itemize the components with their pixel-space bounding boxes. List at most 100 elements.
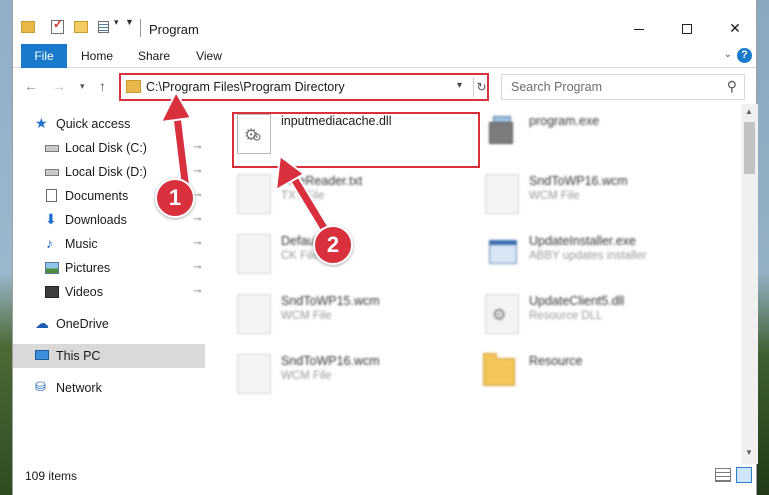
file-item[interactable]: FineReader.txt TXT File	[229, 168, 469, 220]
desktop-background-left	[0, 0, 12, 495]
step-badge-2: 2	[313, 225, 353, 265]
videos-icon	[45, 286, 59, 298]
music-icon: ♪	[46, 235, 53, 251]
file-item[interactable]: program.exe	[477, 108, 717, 160]
file-icon	[237, 294, 271, 334]
step-badge-1: 1	[155, 178, 195, 218]
scroll-up-icon[interactable]: ▲	[745, 107, 753, 116]
nav-item-pictures[interactable]: Pictures ⊸	[13, 256, 205, 280]
expand-ribbon-icon[interactable]: ⌄	[724, 49, 732, 60]
address-bar[interactable]: C:\Program Files\Program Directory ▾ ↻	[119, 73, 489, 101]
tab-file[interactable]: File	[21, 44, 67, 68]
pin-icon[interactable]: ⊸	[193, 256, 201, 280]
minimize-button[interactable]	[616, 12, 662, 44]
file-icon	[237, 234, 271, 274]
application-icon	[485, 114, 519, 152]
file-name: inputmediacache.dll	[281, 114, 392, 128]
search-icon[interactable]: ⚲	[727, 78, 737, 95]
star-icon: ★	[35, 115, 48, 131]
chevron-down-icon[interactable]: ▾	[457, 80, 462, 91]
tab-share[interactable]: Share	[129, 44, 179, 68]
pin-icon[interactable]: ⊸	[193, 232, 201, 256]
computer-icon	[35, 350, 49, 360]
file-type: Resource DLL	[529, 310, 603, 322]
minimize-icon	[634, 28, 644, 30]
pin-icon[interactable]: ⊸	[193, 208, 201, 232]
search-input[interactable]	[502, 75, 712, 99]
new-folder-icon[interactable]	[74, 19, 90, 35]
nav-item-quick-access[interactable]: ★ Quick access	[13, 112, 205, 136]
large-icons-view-icon[interactable]	[736, 467, 752, 483]
navigation-pane: ★ Quick access Local Disk (C:) ⊸ Local D…	[13, 104, 205, 464]
refresh-icon[interactable]: ↻	[473, 77, 489, 97]
customize-toolbar-icon[interactable]: ▼	[125, 17, 134, 27]
search-box[interactable]: ⚲	[501, 74, 745, 100]
documents-icon	[46, 189, 57, 202]
back-arrow-icon[interactable]: ←	[24, 78, 38, 94]
close-icon: ✕	[729, 20, 741, 36]
nav-item-label: Quick access	[56, 117, 131, 131]
file-name: Resource	[529, 354, 583, 368]
file-type: WCM File	[281, 370, 332, 382]
maximize-button[interactable]	[664, 12, 710, 44]
nav-item-this-pc[interactable]: This PC	[13, 344, 205, 368]
file-name: SndToWP15.wcm	[281, 294, 380, 308]
nav-item-label: Videos	[65, 285, 103, 299]
window-title: Program	[149, 22, 199, 37]
tab-home[interactable]: Home	[73, 44, 121, 68]
address-row: ← → ▾ ↑ C:\Program Files\Program Directo…	[13, 68, 756, 104]
file-item-inputmediacache-dll[interactable]: ⚙ ⚙ inputmediacache.dll	[229, 108, 469, 160]
ribbon-tabs: File Home Share View ⌄ ?	[13, 44, 756, 68]
vertical-scrollbar[interactable]: ▲ ▼	[741, 104, 758, 464]
nav-item-music[interactable]: ♪ Music ⊸	[13, 232, 205, 256]
pin-icon[interactable]: ⊸	[193, 160, 201, 184]
scroll-thumb[interactable]	[744, 122, 755, 174]
forward-arrow-icon[interactable]: →	[52, 78, 66, 94]
tab-view[interactable]: View	[187, 44, 231, 68]
address-path[interactable]: C:\Program Files\Program Directory	[146, 80, 345, 94]
file-icon	[485, 174, 519, 214]
title-separator	[140, 19, 141, 37]
file-explorer-window: ✓ ▾ ▼ Program ✕ File Home Share View ⌄ ?…	[12, 0, 758, 495]
details-view-icon[interactable]	[715, 468, 731, 482]
title-bar: ✓ ▾ ▼ Program ✕	[13, 0, 756, 44]
folder-icon	[21, 19, 37, 35]
recent-locations-icon[interactable]: ▾	[80, 81, 85, 92]
drive-icon	[45, 169, 59, 176]
nav-item-label: Music	[65, 237, 98, 251]
downloads-icon: ⬇	[45, 211, 57, 227]
nav-item-label: Network	[56, 381, 102, 395]
nav-item-videos[interactable]: Videos ⊸	[13, 280, 205, 304]
status-bar: 109 items	[13, 464, 756, 495]
file-list: ⚙ ⚙ inputmediacache.dll FineReader.txt TX…	[209, 104, 741, 464]
pin-icon[interactable]: ⊸	[193, 280, 201, 304]
nav-item-label: Local Disk (D:)	[65, 165, 147, 179]
help-icon[interactable]: ?	[737, 48, 752, 63]
file-item[interactable]: SndToWP16.wcm WCM File	[229, 348, 469, 400]
properties-check-icon[interactable]: ✓	[50, 17, 66, 35]
pin-icon[interactable]: ⊸	[193, 136, 201, 160]
quick-access-caret-icon[interactable]: ▾	[114, 17, 119, 28]
file-name: SndToWP16.wcm	[281, 354, 380, 368]
onedrive-icon: ☁	[35, 315, 49, 331]
file-item[interactable]: SndToWP16.wcm WCM File	[477, 168, 717, 220]
nav-item-onedrive[interactable]: ☁ OneDrive	[13, 312, 205, 336]
close-button[interactable]: ✕	[712, 12, 758, 44]
file-type: CK File	[281, 250, 319, 262]
properties-icon[interactable]	[97, 19, 113, 35]
maximize-icon	[682, 24, 692, 35]
file-item[interactable]: ⚙ UpdateClient5.dll Resource DLL	[477, 288, 717, 340]
scroll-down-icon[interactable]: ▼	[745, 448, 753, 457]
file-item[interactable]: SndToWP15.wcm WCM File	[229, 288, 469, 340]
up-arrow-icon[interactable]: ↑	[99, 78, 106, 94]
pictures-icon	[45, 262, 59, 274]
nav-item-network[interactable]: ⛁ Network	[13, 376, 205, 400]
file-name: SndToWP16.wcm	[529, 174, 628, 188]
file-item[interactable]: UpdateInstaller.exe ABBY updates install…	[477, 228, 717, 280]
nav-item-label: Downloads	[65, 213, 127, 227]
nav-item-local-disk-c[interactable]: Local Disk (C:) ⊸	[13, 136, 205, 160]
file-item[interactable]: Resource	[477, 348, 717, 400]
file-type: WCM File	[529, 190, 580, 202]
network-icon: ⛁	[35, 379, 46, 394]
file-name: UpdateInstaller.exe	[529, 234, 637, 248]
